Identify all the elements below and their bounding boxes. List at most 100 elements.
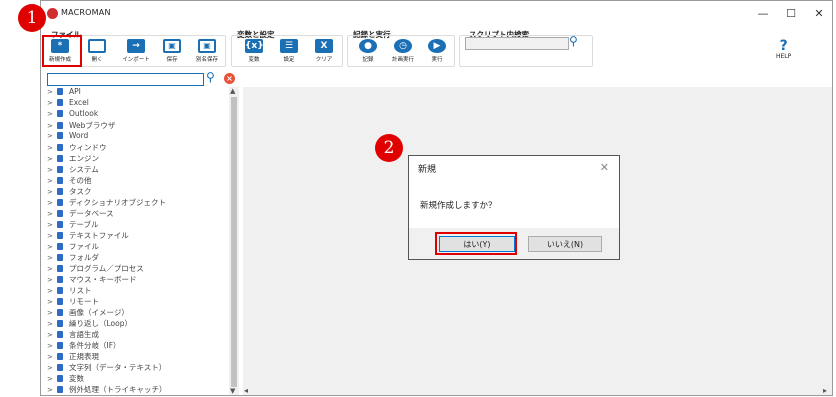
dialog-close-icon[interactable]: ✕ <box>600 161 609 174</box>
book-icon <box>57 122 63 129</box>
chevron-right-icon[interactable]: > <box>47 364 57 372</box>
chevron-right-icon[interactable]: > <box>47 132 57 140</box>
chevron-right-icon[interactable]: > <box>47 188 57 196</box>
save-button[interactable]: ▣ 保存 <box>159 39 185 63</box>
tree-item[interactable]: > テキストファイル <box>47 230 129 241</box>
play-icon: ▶ <box>428 39 446 53</box>
chevron-right-icon[interactable]: > <box>47 298 57 306</box>
record-button[interactable]: ● 記録 <box>355 39 381 63</box>
help-button[interactable]: ? HELP <box>776 39 791 60</box>
tree-item[interactable]: > 変数 <box>47 373 84 384</box>
tree-item[interactable]: > 繰り返し（Loop） <box>47 318 132 329</box>
clear-button[interactable]: X クリア <box>311 39 337 63</box>
tree-item-label: フォルダ <box>69 253 99 262</box>
tree-item[interactable]: > エンジン <box>47 153 99 164</box>
tree-search-icon[interactable]: ⚲ <box>206 70 215 84</box>
chevron-right-icon[interactable]: > <box>47 166 57 174</box>
chevron-right-icon[interactable]: > <box>47 155 57 163</box>
chevron-right-icon[interactable]: > <box>47 353 57 361</box>
tree-item[interactable]: > 条件分岐（IF） <box>47 340 121 351</box>
run-button[interactable]: ▶ 実行 <box>424 39 450 63</box>
settings-button[interactable]: ☰ 設定 <box>276 39 302 63</box>
tree-item-label: ファイル <box>69 242 99 251</box>
save-as-button[interactable]: ▣ 別名保存 <box>194 39 220 63</box>
folder-icon <box>88 39 106 53</box>
tree-item[interactable]: > 画像（イメージ） <box>47 307 129 318</box>
chevron-right-icon[interactable]: > <box>47 254 57 262</box>
chevron-right-icon[interactable]: > <box>47 177 57 185</box>
chevron-right-icon[interactable]: > <box>47 243 57 251</box>
variables-button[interactable]: {x} 変数 <box>241 39 267 63</box>
tree-item-label: 例外処理（トライキャッチ） <box>69 385 167 394</box>
scroll-down-icon[interactable]: ▼ <box>230 387 235 395</box>
scroll-left-icon[interactable]: ◂ <box>244 386 248 395</box>
tree-clear-icon[interactable]: × <box>224 73 235 84</box>
chevron-right-icon[interactable]: > <box>47 287 57 295</box>
chevron-right-icon[interactable]: > <box>47 199 57 207</box>
open-button-label: 開く <box>91 57 103 63</box>
book-icon <box>57 331 63 338</box>
script-search-input[interactable] <box>465 37 569 50</box>
chevron-right-icon[interactable]: > <box>47 88 57 96</box>
chevron-right-icon[interactable]: > <box>47 122 57 130</box>
maximize-button[interactable]: ☐ <box>784 7 798 20</box>
tree-item[interactable]: > タスク <box>47 186 92 197</box>
editor-horizontal-scrollbar[interactable] <box>243 387 832 395</box>
chevron-right-icon[interactable]: > <box>47 110 57 118</box>
tree-item[interactable]: > 文字列（データ・テキスト） <box>47 362 166 373</box>
import-button[interactable]: → インポート <box>122 39 150 63</box>
scroll-up-icon[interactable]: ▲ <box>230 87 235 95</box>
book-icon <box>57 265 63 272</box>
chevron-right-icon[interactable]: > <box>47 265 57 273</box>
book-icon <box>57 287 63 294</box>
schedule-clock-icon: ◷ <box>394 39 412 53</box>
tree-item[interactable]: > リモート <box>47 296 99 307</box>
chevron-right-icon[interactable]: > <box>47 386 57 394</box>
tree-item[interactable]: > リスト <box>47 285 92 296</box>
search-icon[interactable]: ⚲ <box>569 34 578 48</box>
no-button[interactable]: いいえ(N) <box>528 236 602 252</box>
chevron-right-icon[interactable]: > <box>47 221 57 229</box>
chevron-right-icon[interactable]: > <box>47 309 57 317</box>
chevron-right-icon[interactable]: > <box>47 232 57 240</box>
tree-item[interactable]: > データベース <box>47 208 114 219</box>
yes-button[interactable]: はい(Y) <box>439 236 515 252</box>
tree-item[interactable]: > システム <box>47 164 99 175</box>
tree-item[interactable]: > Webブラウザ <box>47 120 115 131</box>
minimize-button[interactable]: — <box>756 7 770 20</box>
tree-item[interactable]: > ファイル <box>47 241 99 252</box>
scroll-right-icon[interactable]: ▸ <box>823 386 827 395</box>
chevron-right-icon[interactable]: > <box>47 210 57 218</box>
save-button-label: 保存 <box>166 57 178 63</box>
chevron-right-icon[interactable]: > <box>47 342 57 350</box>
tree-item[interactable]: > ディクショナリオブジェクト <box>47 197 166 208</box>
tree-item[interactable]: > 正規表現 <box>47 351 99 362</box>
open-button[interactable]: 開く <box>84 39 110 63</box>
tree-item[interactable]: > 言語生成 <box>47 329 99 340</box>
book-icon <box>57 254 63 261</box>
tree-item[interactable]: > テーブル <box>47 219 99 230</box>
tree-item[interactable]: > 例外処理（トライキャッチ） <box>47 384 167 395</box>
tree-item[interactable]: > その他 <box>47 175 92 186</box>
tree-item[interactable]: > Excel <box>47 98 89 109</box>
chevron-right-icon[interactable]: > <box>47 375 57 383</box>
chevron-right-icon[interactable]: > <box>47 331 57 339</box>
close-window-button[interactable]: ✕ <box>812 7 826 20</box>
tree-item[interactable]: > ウィンドウ <box>47 142 107 153</box>
tree-item[interactable]: > マウス・キーボード <box>47 274 137 285</box>
tree-filter-input[interactable] <box>47 73 204 86</box>
chevron-right-icon[interactable]: > <box>47 144 57 152</box>
schedule-run-button[interactable]: ◷ 計画実行 <box>390 39 416 63</box>
tree-item[interactable]: > フォルダ <box>47 252 99 263</box>
tree-item[interactable]: > API <box>47 87 81 98</box>
tree-item[interactable]: > Word <box>47 131 88 142</box>
chevron-right-icon[interactable]: > <box>47 320 57 328</box>
tree-scroll-thumb[interactable] <box>231 97 237 387</box>
chevron-right-icon[interactable]: > <box>47 99 57 107</box>
tree-item[interactable]: > プログラム／プロセス <box>47 263 144 274</box>
chevron-right-icon[interactable]: > <box>47 276 57 284</box>
new-button[interactable]: * 新規作成 <box>47 39 73 63</box>
callout-2: 2 <box>375 134 403 162</box>
tree-item[interactable]: > Outlook <box>47 109 98 120</box>
book-icon <box>57 320 63 327</box>
